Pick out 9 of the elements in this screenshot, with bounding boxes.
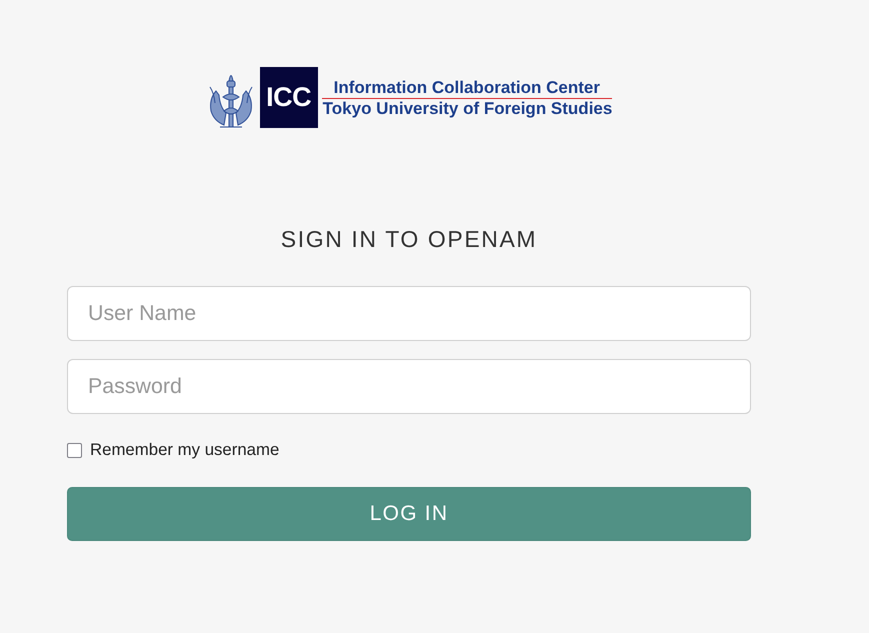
logo-subtitle: Tokyo University of Foreign Studies [322,98,612,118]
remember-checkbox[interactable] [67,442,82,458]
remember-label[interactable]: Remember my username [90,440,280,460]
page-heading: SIGN IN TO OPENAM [280,226,538,253]
logo-badge: ICC [260,67,318,128]
username-field[interactable]: User Name [67,286,751,341]
password-field[interactable]: Password [67,359,751,414]
login-button[interactable]: LOG IN [67,487,751,541]
logo-title: Information Collaboration Center [332,78,601,96]
